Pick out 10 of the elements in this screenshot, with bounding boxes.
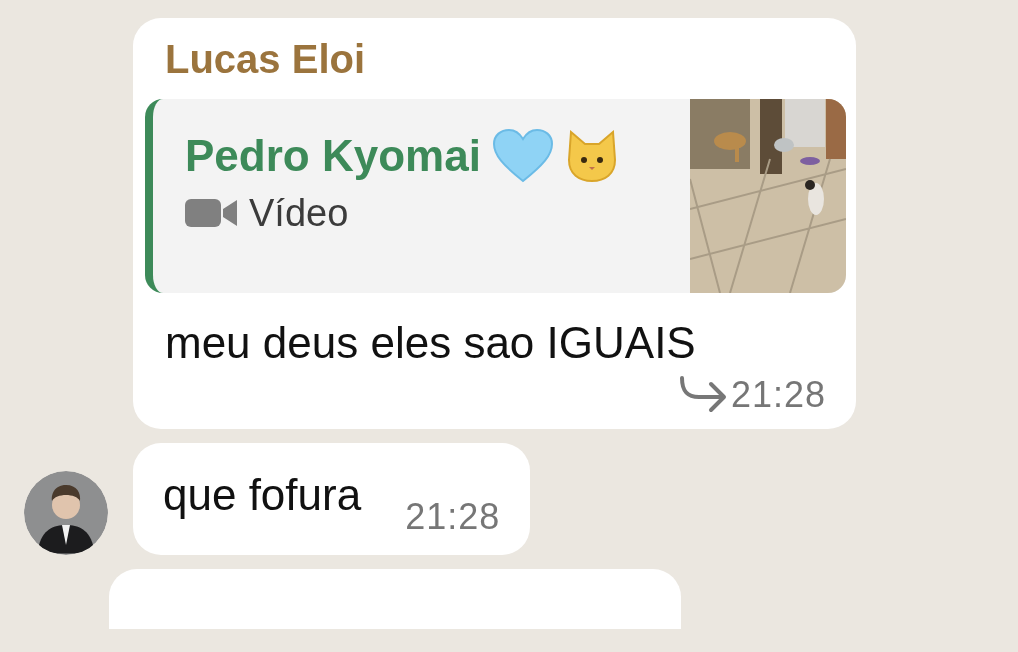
media-label: Vídeo [249, 191, 349, 236]
message-time: 21:28 [405, 495, 501, 539]
heart-icon [492, 129, 553, 183]
video-camera-icon [185, 197, 237, 229]
quoted-author: Pedro Kyomai [185, 130, 481, 182]
quoted-message[interactable]: Pedro Kyomai Vídeo [145, 99, 846, 293]
message-time: 21:28 [730, 373, 826, 417]
message-text: meu deus eles sao IGUAIS [164, 317, 696, 369]
message-text: que fofura [163, 469, 362, 521]
sender-name: Lucas Eloi [164, 36, 366, 83]
